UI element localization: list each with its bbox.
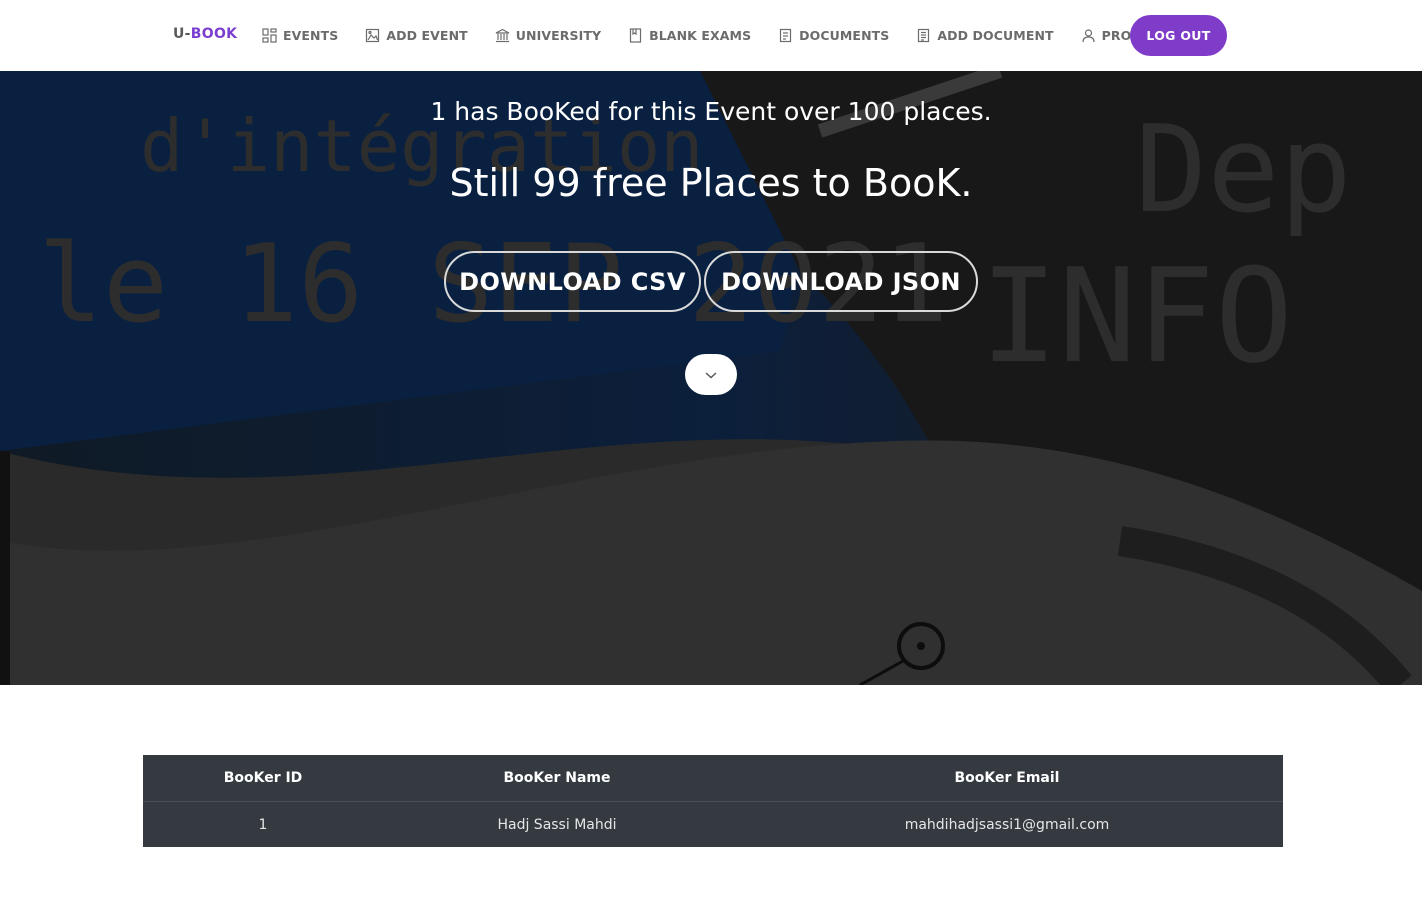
document-icon — [780, 28, 792, 43]
hero-section: d'intégration le 16 SEP 2021 Dep INFO 1 … — [0, 71, 1422, 685]
cell-booker-email: mahdihadjsassi1@gmail.com — [904, 816, 1110, 833]
nav-label-add-document: ADD DOCUMENT — [937, 28, 1054, 43]
chevron-down-icon — [705, 371, 717, 378]
image-icon — [366, 28, 380, 43]
cell-booker-id: 1 — [258, 816, 268, 833]
download-json-button[interactable]: DOWNLOAD JSON — [704, 251, 978, 312]
nav-label-university: UNIVERSITY — [515, 28, 602, 43]
user-icon — [1082, 29, 1095, 43]
table-header-row: BooKer ID BooKer Name BooKer Email — [143, 755, 1283, 801]
document-add-icon — [918, 28, 930, 43]
brand-prefix: U- — [173, 26, 191, 42]
top-navbar: U-BOOK EVENTS ADD EVENT UNIVERSITY BLANK… — [0, 0, 1422, 71]
bank-icon — [495, 28, 510, 43]
cell-booker-name: Hadj Sassi Mahdi — [497, 816, 617, 833]
book-icon — [630, 28, 642, 43]
scroll-down-button[interactable] — [685, 354, 737, 395]
free-places-text: Still 99 free Places to BooK. — [449, 161, 973, 205]
logout-button[interactable]: LOG OUT — [1130, 15, 1227, 56]
nav-label-events: EVENTS — [283, 28, 339, 43]
booked-count-text: 1 has BooKed for this Event over 100 pla… — [430, 97, 992, 126]
nav-label-add-event: ADD EVENT — [386, 28, 468, 43]
nav-label-blank-exams: BLANK EXAMS — [649, 28, 752, 43]
nav-item-events[interactable]: EVENTS — [262, 28, 338, 43]
nav-item-add-document[interactable]: ADD DOCUMENT — [916, 28, 1054, 43]
nav-item-university[interactable]: UNIVERSITY — [495, 28, 601, 43]
brand-logo[interactable]: U-BOOK — [173, 26, 237, 42]
grid-icon — [262, 28, 277, 43]
header-booker-name: BooKer Name — [503, 770, 611, 786]
nav-menu: EVENTS ADD EVENT UNIVERSITY BLANK EXAMS … — [262, 28, 1188, 43]
nav-item-add-event[interactable]: ADD EVENT — [365, 28, 468, 43]
nav-item-blank-exams[interactable]: BLANK EXAMS — [628, 28, 751, 43]
bg-text-info: INFO — [980, 240, 1293, 392]
header-booker-email: BooKer Email — [954, 770, 1060, 786]
nav-label-documents: DOCUMENTS — [799, 28, 890, 43]
download-csv-button[interactable]: DOWNLOAD CSV — [444, 251, 701, 312]
brand-name: BOOK — [190, 26, 238, 42]
nav-item-documents[interactable]: DOCUMENTS — [778, 28, 889, 43]
header-booker-id: BooKer ID — [223, 770, 303, 786]
table-row: 1 Hadj Sassi Mahdi mahdihadjsassi1@gmail… — [143, 801, 1283, 847]
bookers-table: BooKer ID BooKer Name BooKer Email 1 Had… — [143, 755, 1283, 847]
